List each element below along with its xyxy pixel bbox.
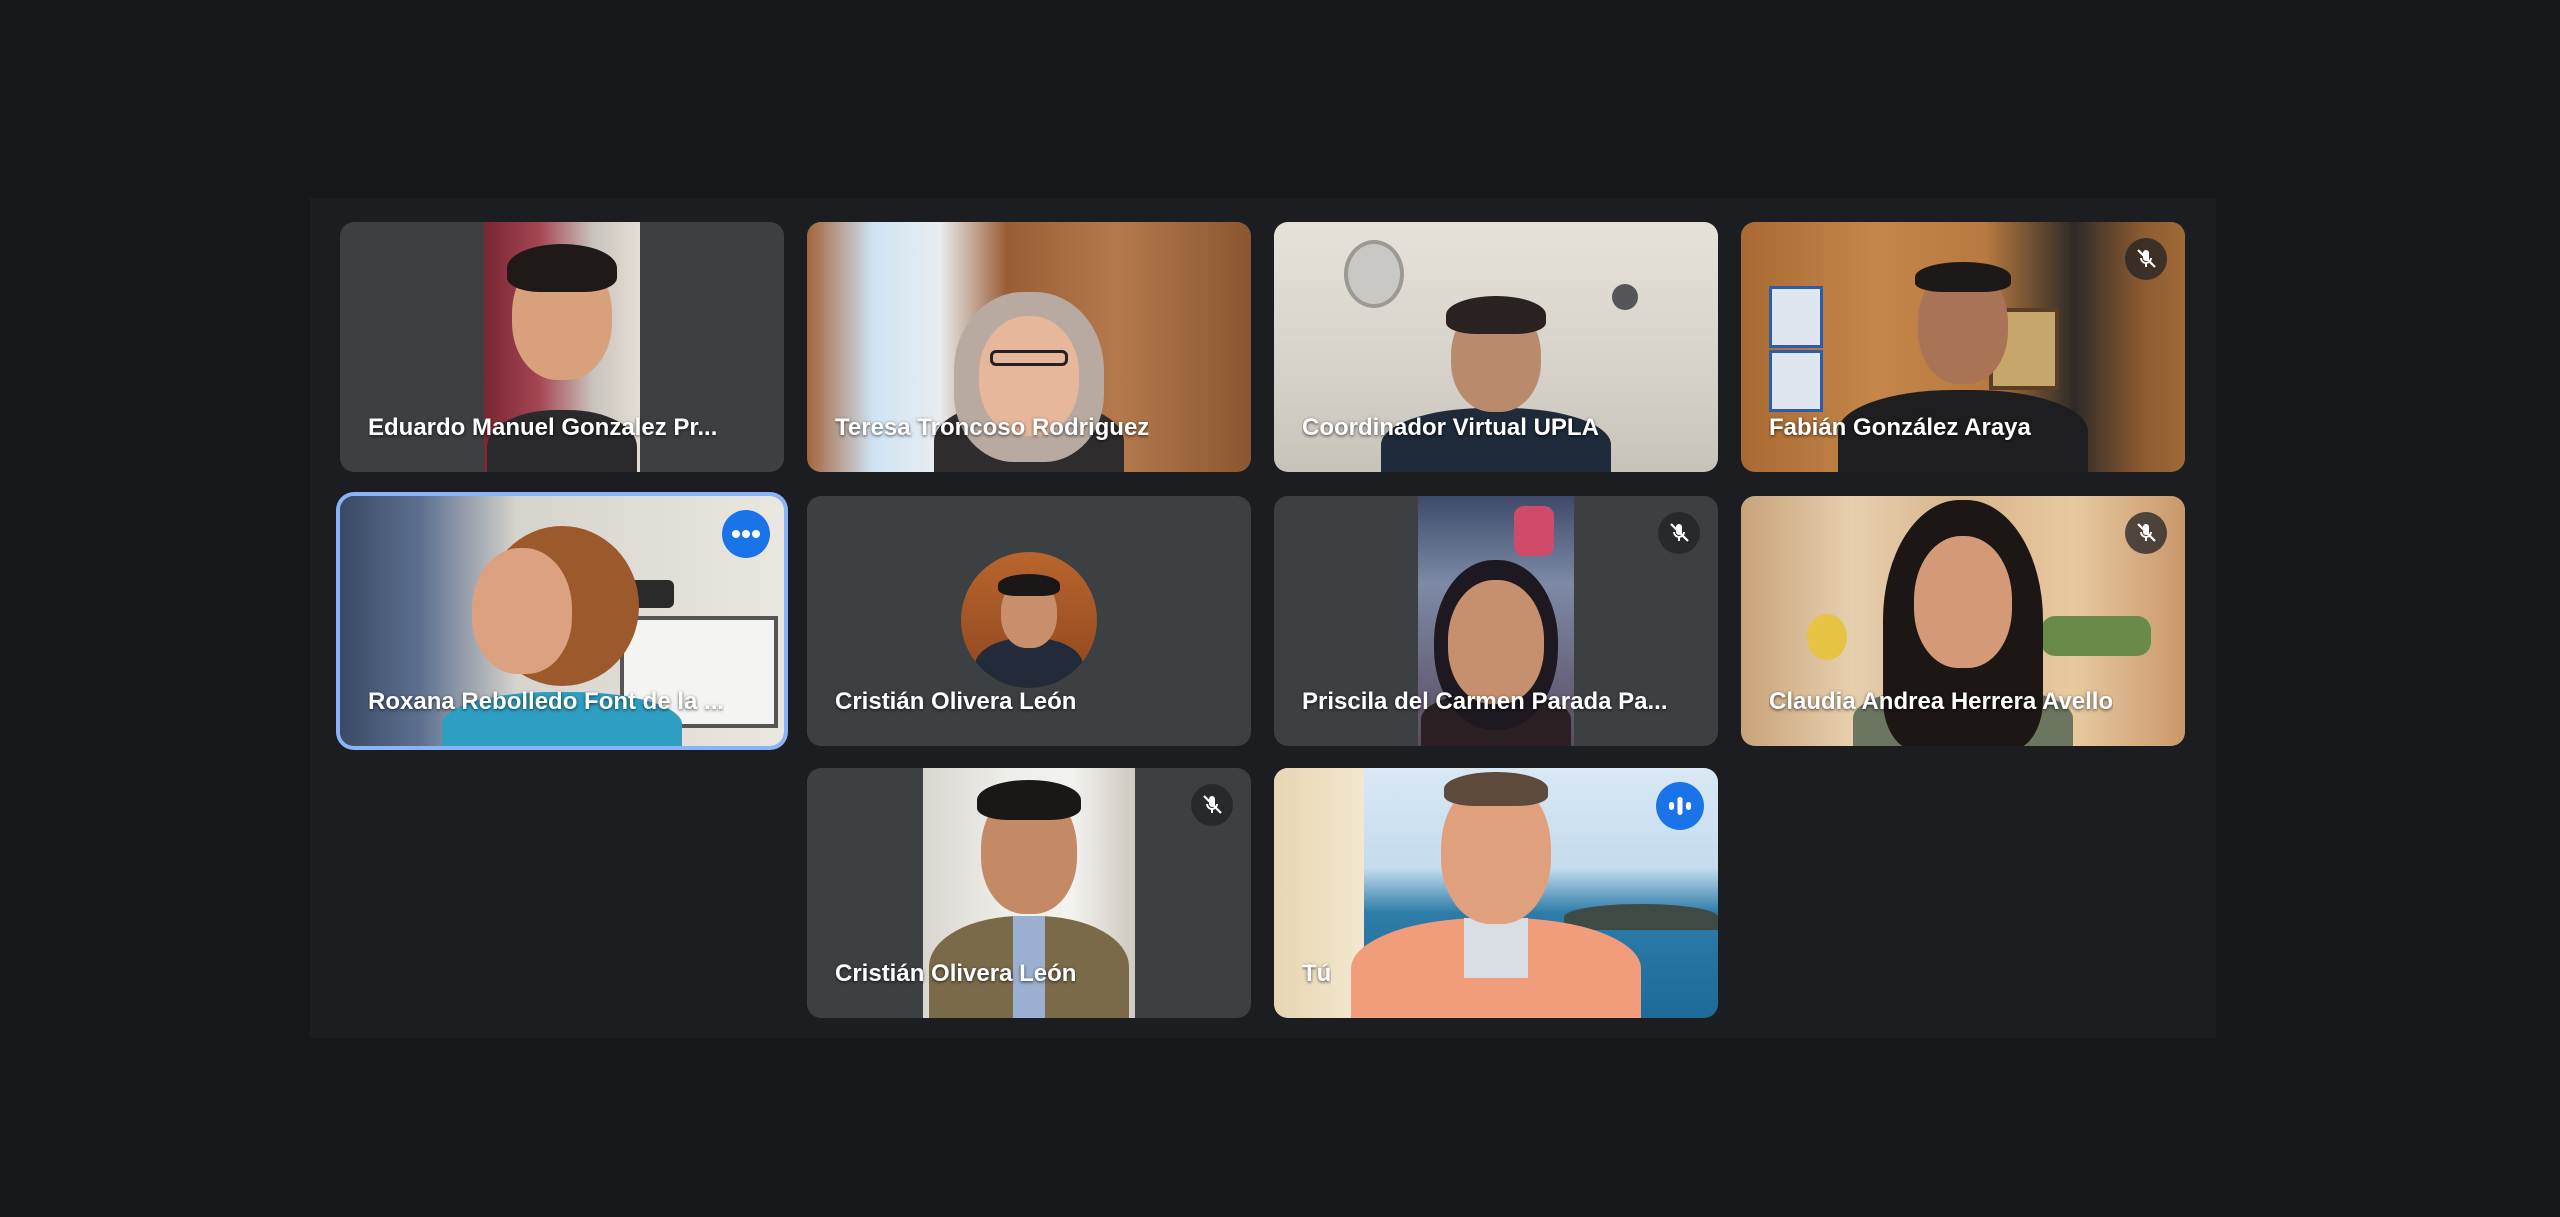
participant-video — [1274, 768, 1718, 1018]
more-options-icon[interactable] — [722, 510, 770, 558]
participant-tile[interactable]: Roxana Rebolledo Font de la ... — [340, 496, 784, 746]
participant-tile[interactable]: Fabián González Araya — [1741, 222, 2185, 472]
avatar — [961, 552, 1097, 688]
mic-off-icon — [1658, 512, 1700, 554]
participant-name: Tú — [1302, 960, 1332, 987]
participant-name: Coordinador Virtual UPLA — [1302, 414, 1599, 441]
participant-name: Priscila del Carmen Parada Pa... — [1302, 688, 1668, 715]
audio-level-icon — [1656, 782, 1704, 830]
participant-name: Fabián González Araya — [1769, 414, 2031, 441]
mic-off-icon — [2125, 512, 2167, 554]
participant-name: Teresa Troncoso Rodriguez — [835, 414, 1150, 441]
participant-tile[interactable]: Coordinador Virtual UPLA — [1274, 222, 1718, 472]
participant-name: Cristián Olivera León — [835, 688, 1077, 715]
mic-off-icon — [1191, 784, 1233, 826]
participant-name: Roxana Rebolledo Font de la ... — [368, 688, 725, 715]
participant-name: Cristián Olivera León — [835, 960, 1077, 987]
participant-tile[interactable]: Cristián Olivera León — [807, 768, 1251, 1018]
participant-name: Eduardo Manuel Gonzalez Pr... — [368, 414, 718, 441]
participant-tile[interactable]: Priscila del Carmen Parada Pa... — [1274, 496, 1718, 746]
participant-tile[interactable]: Tú — [1274, 768, 1718, 1018]
participant-tile[interactable]: Cristián Olivera León — [807, 496, 1251, 746]
participant-tile[interactable]: Teresa Troncoso Rodriguez — [807, 222, 1251, 472]
mic-off-icon — [2125, 238, 2167, 280]
participant-grid: Eduardo Manuel Gonzalez Pr... Teresa Tro… — [310, 198, 2216, 1038]
participant-tile[interactable]: Eduardo Manuel Gonzalez Pr... — [340, 222, 784, 472]
participant-name: Claudia Andrea Herrera Avello — [1769, 688, 2114, 715]
participant-tile[interactable]: Claudia Andrea Herrera Avello — [1741, 496, 2185, 746]
